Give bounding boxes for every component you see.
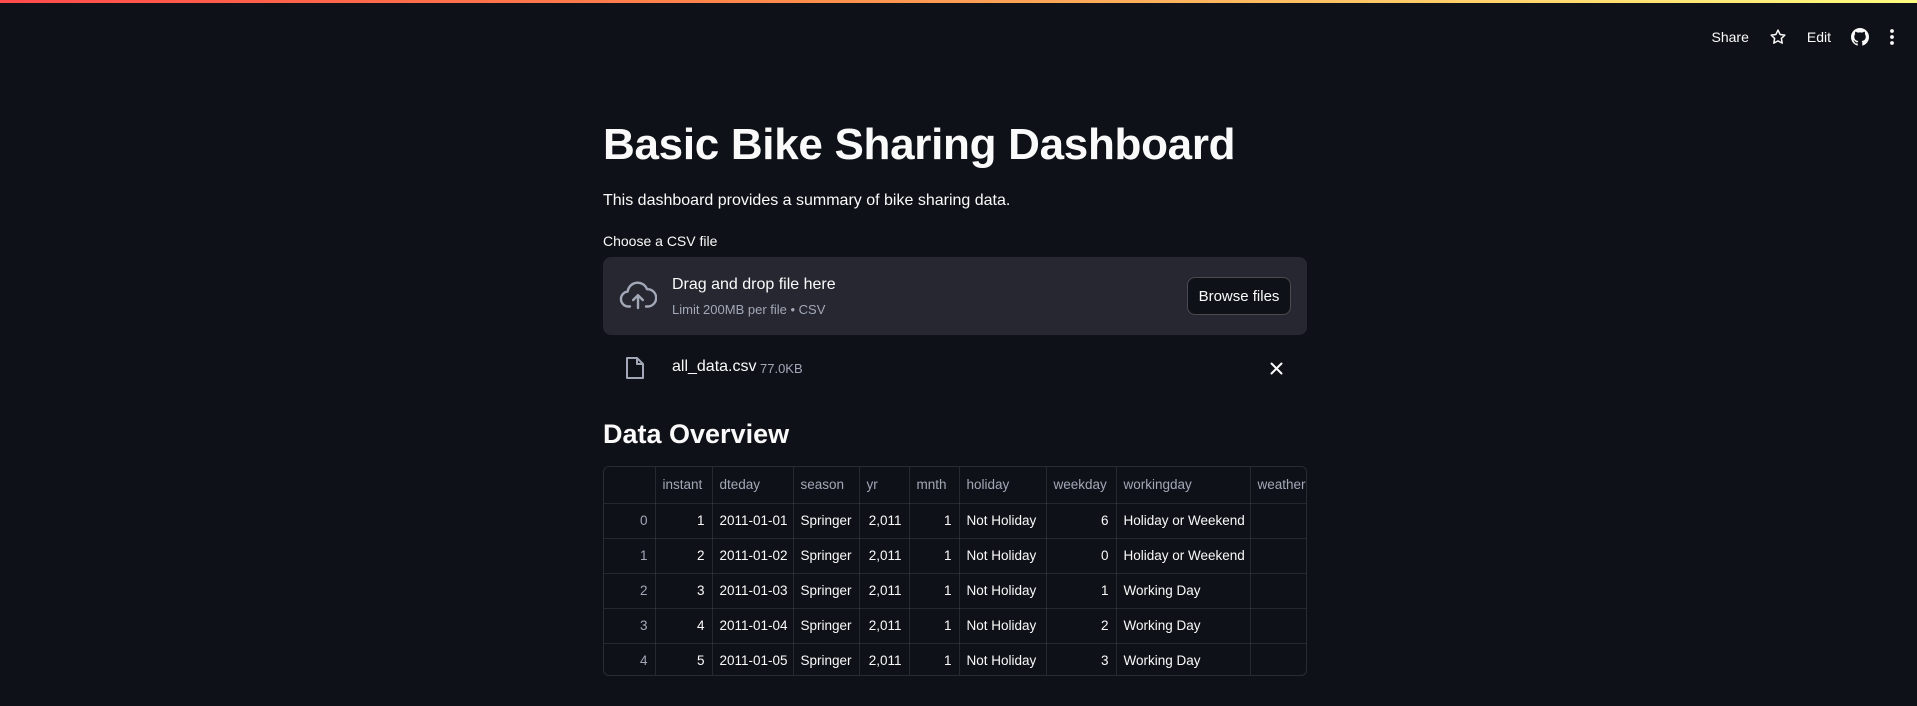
star-icon (1770, 29, 1786, 44)
table-cell[interactable]: Springer (793, 573, 860, 609)
table-cell[interactable]: 1 (1046, 573, 1117, 609)
data-table[interactable]: instant dteday season yr mnth holiday we… (603, 466, 1307, 676)
page-title: Basic Bike Sharing Dashboard (603, 120, 1236, 169)
more-vert-icon (1890, 29, 1894, 45)
table-row: 3 4 2011-01-04 Springer 2,011 1 Not Holi… (604, 608, 1306, 644)
table-cell[interactable]: 1 (909, 608, 960, 644)
table-cell[interactable] (1250, 503, 1306, 539)
table-cell[interactable]: 1 (604, 538, 656, 574)
github-button[interactable] (1851, 28, 1869, 46)
column-header[interactable]: mnth (909, 467, 960, 504)
table-cell[interactable]: 2 (655, 538, 713, 574)
table-row: 0 1 2011-01-01 Springer 2,011 1 Not Holi… (604, 503, 1306, 539)
table-cell[interactable]: 2 (604, 573, 656, 609)
table-cell[interactable]: Holiday or Weekend (1116, 503, 1251, 539)
share-button[interactable]: Share (1712, 29, 1749, 45)
table-cell[interactable]: Working Day (1116, 608, 1251, 644)
column-header[interactable]: instant (655, 467, 713, 504)
table-cell[interactable]: 2,011 (859, 643, 910, 675)
column-header[interactable]: dteday (712, 467, 794, 504)
file-icon (626, 357, 644, 379)
table-cell[interactable]: Not Holiday (959, 608, 1047, 644)
table-cell[interactable]: 2011-01-04 (712, 608, 794, 644)
top-decoration-bar (0, 0, 1917, 3)
table-cell[interactable]: 2,011 (859, 538, 910, 574)
main-menu-button[interactable] (1889, 28, 1895, 46)
table-cell[interactable]: 2 (1046, 608, 1117, 644)
table-cell[interactable]: Not Holiday (959, 503, 1047, 539)
table-cell[interactable]: Springer (793, 538, 860, 574)
table-cell[interactable]: 2011-01-05 (712, 643, 794, 675)
table-cell[interactable]: 4 (655, 608, 713, 644)
table-cell[interactable] (1250, 608, 1306, 644)
table-cell[interactable]: 2011-01-02 (712, 538, 794, 574)
dropzone-title: Drag and drop file here (672, 276, 836, 293)
table-cell[interactable]: 0 (604, 503, 656, 539)
file-uploader-label: Choose a CSV file (603, 233, 718, 249)
table-cell[interactable]: 0 (1046, 538, 1117, 574)
star-button[interactable] (1769, 28, 1787, 46)
uploaded-file-size: 77.0KB (760, 361, 803, 376)
uploaded-file-name: all_data.csv (672, 358, 757, 375)
table-cell[interactable]: 2,011 (859, 503, 910, 539)
table-cell[interactable]: 3 (655, 573, 713, 609)
edit-button[interactable]: Edit (1807, 29, 1831, 45)
table-cell[interactable] (1250, 538, 1306, 574)
table-cell[interactable]: Working Day (1116, 643, 1251, 675)
table-cell[interactable] (1250, 573, 1306, 609)
column-header[interactable]: yr (859, 467, 910, 504)
table-cell[interactable]: 2011-01-03 (712, 573, 794, 609)
table-cell[interactable]: Working Day (1116, 573, 1251, 609)
table-cell[interactable]: 1 (909, 573, 960, 609)
column-header[interactable]: weekday (1046, 467, 1117, 504)
uploaded-file: all_data.csv 77.0KB (603, 354, 1307, 382)
table-row: 2 3 2011-01-03 Springer 2,011 1 Not Holi… (604, 573, 1306, 609)
section-heading: Data Overview (603, 419, 790, 449)
table-cell[interactable]: Springer (793, 608, 860, 644)
table-cell[interactable]: 2,011 (859, 573, 910, 609)
table-cell[interactable]: 1 (909, 503, 960, 539)
column-header[interactable] (604, 467, 656, 504)
table-cell[interactable]: 2011-01-01 (712, 503, 794, 539)
column-header[interactable]: weathers (1250, 467, 1306, 504)
table-cell[interactable]: 4 (604, 643, 656, 675)
table-cell[interactable] (1250, 643, 1306, 675)
table-cell[interactable]: Springer (793, 503, 860, 539)
table-cell[interactable]: Springer (793, 643, 860, 675)
table-cell[interactable]: Not Holiday (959, 538, 1047, 574)
browse-files-button[interactable]: Browse files (1187, 277, 1291, 315)
github-icon (1851, 28, 1869, 46)
table-cell[interactable]: 3 (1046, 643, 1117, 675)
table-cell[interactable]: Not Holiday (959, 643, 1047, 675)
table-cell[interactable]: Not Holiday (959, 573, 1047, 609)
close-icon[interactable] (1270, 362, 1283, 375)
dropzone-instructions: Drag and drop file here Limit 200MB per … (672, 275, 836, 318)
table-cell[interactable]: 1 (909, 643, 960, 675)
table-cell[interactable]: 3 (604, 608, 656, 644)
table-cell[interactable]: 2,011 (859, 608, 910, 644)
file-dropzone[interactable]: Drag and drop file here Limit 200MB per … (603, 257, 1307, 335)
table-header-row: instant dteday season yr mnth holiday we… (604, 467, 1306, 504)
column-header[interactable]: season (793, 467, 860, 504)
table-cell[interactable]: 5 (655, 643, 713, 675)
table-cell[interactable]: 1 (909, 538, 960, 574)
cloud-upload-icon (619, 281, 657, 310)
table-row: 1 2 2011-01-02 Springer 2,011 1 Not Holi… (604, 538, 1306, 574)
table-cell[interactable]: Holiday or Weekend (1116, 538, 1251, 574)
table-cell[interactable]: 1 (655, 503, 713, 539)
dropzone-limit-text: Limit 200MB per file • CSV (672, 302, 826, 317)
column-header[interactable]: holiday (959, 467, 1047, 504)
toolbar: Share Edit (1712, 28, 1895, 46)
page-description: This dashboard provides a summary of bik… (603, 192, 1011, 209)
table-cell[interactable]: 6 (1046, 503, 1117, 539)
column-header[interactable]: workingday (1116, 467, 1251, 504)
table-row: 4 5 2011-01-05 Springer 2,011 1 Not Holi… (604, 643, 1306, 675)
